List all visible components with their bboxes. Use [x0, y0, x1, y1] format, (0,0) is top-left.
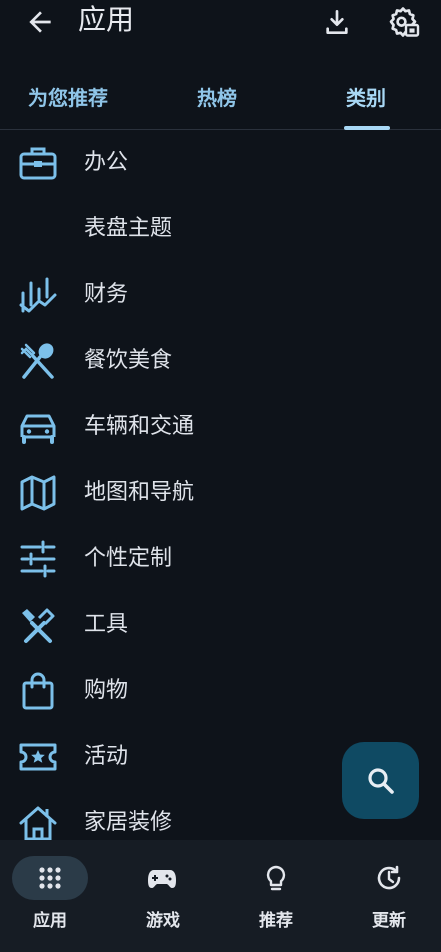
category-shopping[interactable]: 购物	[0, 658, 441, 724]
ticket-icon	[19, 743, 57, 771]
nav-label: 游戏	[146, 911, 180, 931]
nav-item-recommended[interactable]: 推荐	[238, 856, 338, 936]
category-label: 工具	[84, 612, 129, 637]
category-label: 餐饮美食	[84, 348, 173, 373]
nav-item-updates[interactable]: 更新	[351, 856, 441, 936]
nav-pill	[351, 856, 427, 900]
download-icon[interactable]	[320, 6, 354, 38]
tools-icon	[22, 608, 55, 643]
category-list: 办公 表盘主题 财务 餐饮美食 车辆和交通 地图和导航 个性定制 工具 购物 活…	[0, 130, 441, 840]
category-label: 活动	[84, 744, 129, 769]
category-maps[interactable]: 地图和导航	[0, 460, 441, 526]
home-icon	[19, 806, 57, 840]
page-title: 应用	[78, 3, 135, 36]
nav-item-games[interactable]: 游戏	[125, 856, 225, 936]
nav-label: 应用	[33, 911, 67, 931]
gamepad-icon	[148, 870, 176, 888]
nav-item-apps[interactable]: 应用	[12, 856, 112, 936]
sliders-icon	[20, 540, 56, 578]
category-label: 个性定制	[84, 546, 173, 571]
shopping-bag-icon	[22, 672, 54, 710]
nav-pill	[238, 856, 314, 900]
finance-chart-icon	[19, 277, 57, 313]
apps-grid-icon	[39, 867, 61, 889]
search-fab-button[interactable]	[342, 742, 419, 819]
category-office[interactable]: 办公	[0, 130, 441, 196]
top-app-bar: 应用	[0, 0, 441, 48]
nav-pill	[125, 856, 201, 900]
category-label: 表盘主题	[84, 216, 173, 241]
category-watch-faces[interactable]: 表盘主题	[0, 196, 441, 262]
map-icon	[20, 475, 56, 511]
tab-top-charts[interactable]: 热榜	[197, 82, 237, 111]
food-utensils-icon	[20, 343, 54, 379]
briefcase-icon	[19, 147, 57, 180]
category-tools[interactable]: 工具	[0, 592, 441, 658]
tab-categories[interactable]: 类别	[346, 82, 386, 111]
lightbulb-icon	[266, 865, 286, 891]
category-label: 财务	[84, 282, 129, 307]
nav-label: 更新	[372, 911, 406, 931]
category-personalization[interactable]: 个性定制	[0, 526, 441, 592]
category-vehicles[interactable]: 车辆和交通	[0, 394, 441, 460]
update-icon	[377, 865, 401, 890]
category-label: 家居装修	[84, 810, 173, 835]
settings-gear-icon[interactable]	[385, 4, 421, 40]
search-icon	[368, 768, 394, 794]
category-food-drink[interactable]: 餐饮美食	[0, 328, 441, 394]
category-finance[interactable]: 财务	[0, 262, 441, 328]
bottom-navigation-bar: 应用 游戏 推荐 更新	[0, 840, 441, 952]
nav-active-pill	[12, 856, 88, 900]
nav-label: 推荐	[259, 911, 293, 931]
category-label: 车辆和交通	[84, 414, 195, 439]
category-label: 办公	[84, 150, 129, 175]
category-label: 购物	[84, 678, 129, 703]
back-arrow-icon[interactable]	[24, 6, 56, 38]
car-icon	[20, 414, 56, 444]
tab-recommended[interactable]: 为您推荐	[28, 82, 108, 111]
tab-bar: 为您推荐 热榜 类别	[0, 74, 441, 130]
category-label: 地图和导航	[84, 480, 195, 505]
